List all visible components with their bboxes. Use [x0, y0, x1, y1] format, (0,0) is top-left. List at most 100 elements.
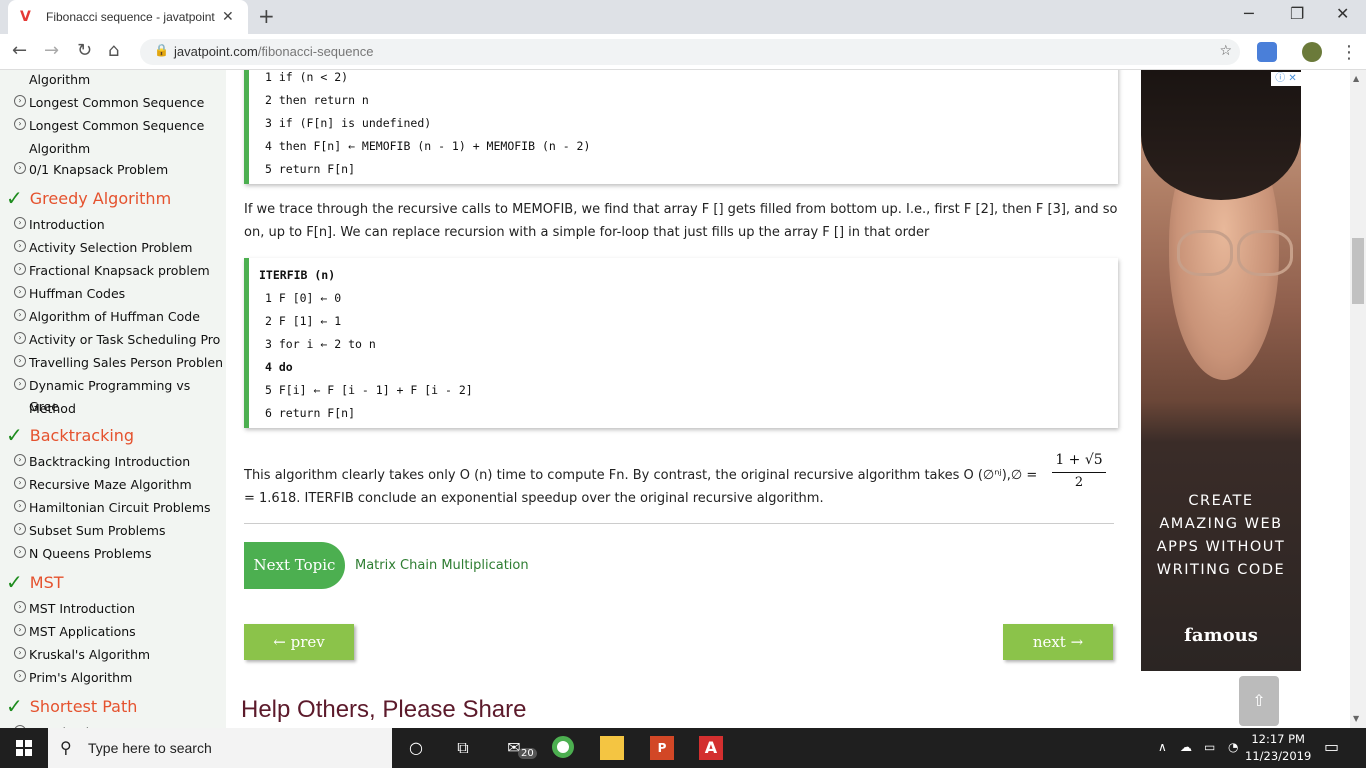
sidebar-item[interactable]: › Recursive Maze Algorithm [14, 474, 224, 495]
windows-taskbar: ⚲ Type here to search ○ ⧉ ✉ 20 P A ∧ ☁ ▭… [0, 728, 1366, 768]
code-line: 3 if (F[n] is undefined) [265, 116, 432, 130]
checkmark-icon: ✓ [6, 694, 23, 718]
sidebar-section-heading[interactable]: ✓ MST [6, 570, 64, 594]
ad-photo-hair [1141, 70, 1301, 200]
main-content: 1 if (n < 2) 2 then return n 3 if (F[n] is… [226, 70, 1141, 728]
prev-button[interactable]: ← prev [244, 624, 354, 660]
sidebar-item[interactable]: › Backtracking Introduction [14, 451, 224, 472]
wifi-icon[interactable]: ◔ [1228, 740, 1238, 754]
sidebar-item[interactable]: › Activity Selection Problem [14, 237, 224, 258]
close-tab-icon[interactable]: ✕ [222, 9, 234, 25]
sidebar-item[interactable]: › N Queens Problems [14, 543, 224, 564]
windows-start-icon[interactable] [16, 740, 32, 756]
checkmark-icon: ✓ [6, 186, 23, 210]
code-line: 6 return F[n] [265, 406, 356, 420]
battery-icon[interactable]: ▭ [1204, 740, 1215, 754]
sidebar-section-heading[interactable]: ✓ Greedy Algorithm [6, 186, 171, 210]
sidebar-item[interactable]: › Kruskal's Algorithm [14, 644, 224, 665]
sidebar-item-continuation[interactable]: Algorithm [29, 138, 90, 159]
profile-avatar[interactable] [1302, 42, 1322, 62]
clock-time: 12:17 PM [1251, 732, 1305, 746]
task-view-icon[interactable]: ⧉ [451, 736, 475, 760]
sidebar-item[interactable]: › Subset Sum Problems [14, 520, 224, 541]
page-viewport: Algorithm › Longest Common Sequence › Longes… [0, 70, 1366, 728]
arrow-circle-icon: › [14, 332, 26, 344]
back-arrow-icon[interactable]: ← [12, 40, 27, 61]
chrome-icon[interactable] [552, 736, 574, 758]
sidebar-section-heading[interactable]: ✓ Backtracking [6, 423, 134, 447]
arrow-circle-icon: › [14, 500, 26, 512]
reload-icon[interactable]: ↻ [77, 40, 92, 61]
arrow-circle-icon: › [14, 217, 26, 229]
sidebar-item[interactable]: › MST Applications [14, 621, 224, 642]
sidebar-item[interactable]: › Fractional Knapsack problem [14, 260, 224, 281]
cortana-icon[interactable]: ○ [404, 736, 428, 760]
scroll-down-icon[interactable]: ▼ [1353, 714, 1359, 723]
arrow-circle-icon: › [14, 240, 26, 252]
arrow-circle-icon: › [14, 162, 26, 174]
restore-icon[interactable]: ❐ [1290, 4, 1304, 23]
tray-chevron-icon[interactable]: ∧ [1158, 740, 1167, 754]
code-line: 2 F [1] ← 1 [265, 314, 342, 328]
sidebar-item[interactable]: ›Introduction [14, 214, 224, 235]
arrow-circle-icon: › [14, 601, 26, 613]
advertisement[interactable]: CREATE AMAZING WEB APPS WITHOUT WRITING … [1141, 70, 1301, 671]
browser-tab[interactable]: V Fibonacci sequence - javatpoint ✕ [8, 0, 248, 34]
scroll-up-icon[interactable]: ▲ [1353, 74, 1359, 83]
arrow-circle-icon: › [14, 647, 26, 659]
arrow-circle-icon: › [14, 95, 26, 107]
sidebar-section-heading[interactable]: ✓ Shortest Path [6, 694, 137, 718]
code-line: 4 do [265, 360, 293, 374]
sidebar-item[interactable]: › Activity or Task Scheduling Pro [14, 329, 224, 350]
paragraph-recursion: If we trace through the recursive calls … [244, 202, 1118, 240]
taskbar-clock[interactable]: 12:17 PM 11/23/2019 [1245, 731, 1311, 765]
scroll-to-top-button[interactable]: ⇧ [1239, 676, 1279, 726]
sidebar-item-continuation[interactable]: Algorithm [29, 70, 90, 90]
close-window-icon[interactable]: ✕ [1336, 4, 1349, 23]
file-explorer-icon[interactable] [600, 736, 624, 760]
home-icon[interactable]: ⌂ [108, 40, 119, 61]
search-icon: ⚲ [60, 738, 72, 757]
next-button[interactable]: next → [1003, 624, 1113, 660]
sidebar-item[interactable]: › Hamiltonian Circuit Problems [14, 497, 224, 518]
sidebar-item[interactable]: › MST Introduction [14, 598, 224, 619]
arrow-circle-icon: › [14, 378, 26, 390]
url-text[interactable]: javatpoint.com/fibonacci-sequence [174, 44, 373, 59]
arrow-circle-icon: › [14, 477, 26, 489]
arrow-circle-icon: › [14, 118, 26, 130]
scroll-thumb[interactable] [1352, 238, 1364, 304]
sidebar-item[interactable]: › Longest Common Sequence [14, 92, 224, 113]
translate-extension-icon[interactable] [1257, 42, 1277, 62]
arrow-circle-icon: › [14, 670, 26, 682]
code-line: 5 F[i] ← F [i - 1] + F [i - 2] [265, 383, 473, 397]
code-line: 4 then F[n] ← MEMOFIB (n - 1) + MEMOFIB … [265, 139, 591, 153]
powerpoint-icon[interactable]: P [650, 736, 674, 760]
sidebar-item[interactable]: › Travelling Sales Person Problen [14, 352, 224, 373]
sidebar-item[interactable]: › 0/1 Knapsack Problem [14, 159, 224, 180]
code-line: 1 if (n < 2) [265, 70, 349, 84]
arrow-circle-icon: › [14, 546, 26, 558]
minimize-icon[interactable]: ─ [1244, 4, 1254, 23]
next-topic-link[interactable]: Matrix Chain Multiplication [355, 558, 529, 573]
new-tab-icon[interactable]: + [258, 4, 275, 28]
checkmark-icon: ✓ [6, 570, 23, 594]
browser-toolbar: ← → ↻ ⌂ 🔒 javatpoint.com/fibonacci-seque… [0, 34, 1366, 70]
address-bar[interactable]: 🔒 javatpoint.com/fibonacci-sequence ☆ [140, 39, 1240, 65]
sidebar-item[interactable]: › Longest Common Sequence [14, 115, 224, 136]
sidebar: Algorithm › Longest Common Sequence › Longes… [0, 70, 226, 728]
sidebar-item[interactable]: › Huffman Codes [14, 283, 224, 304]
code-title: ITERFIB (n) [259, 268, 336, 282]
menu-kebab-icon[interactable]: ⋮ [1340, 42, 1358, 63]
forward-arrow-icon[interactable]: → [44, 40, 59, 61]
page-scrollbar[interactable]: ▲ ▼ [1350, 70, 1366, 728]
sidebar-item-continuation[interactable]: Method [29, 398, 76, 419]
ad-close-icon[interactable]: ⓘ ✕ [1271, 72, 1301, 86]
notification-icon[interactable]: ▭ [1324, 737, 1339, 756]
bookmark-star-icon[interactable]: ☆ [1219, 43, 1232, 59]
taskbar-search[interactable]: ⚲ Type here to search [48, 728, 392, 768]
sidebar-item[interactable]: › Algorithm of Huffman Code [14, 306, 224, 327]
onedrive-icon[interactable]: ☁ [1180, 740, 1192, 754]
acrobat-icon[interactable]: A [699, 736, 723, 760]
sidebar-item[interactable]: › Prim's Algorithm [14, 667, 224, 688]
search-placeholder: Type here to search [88, 740, 212, 756]
